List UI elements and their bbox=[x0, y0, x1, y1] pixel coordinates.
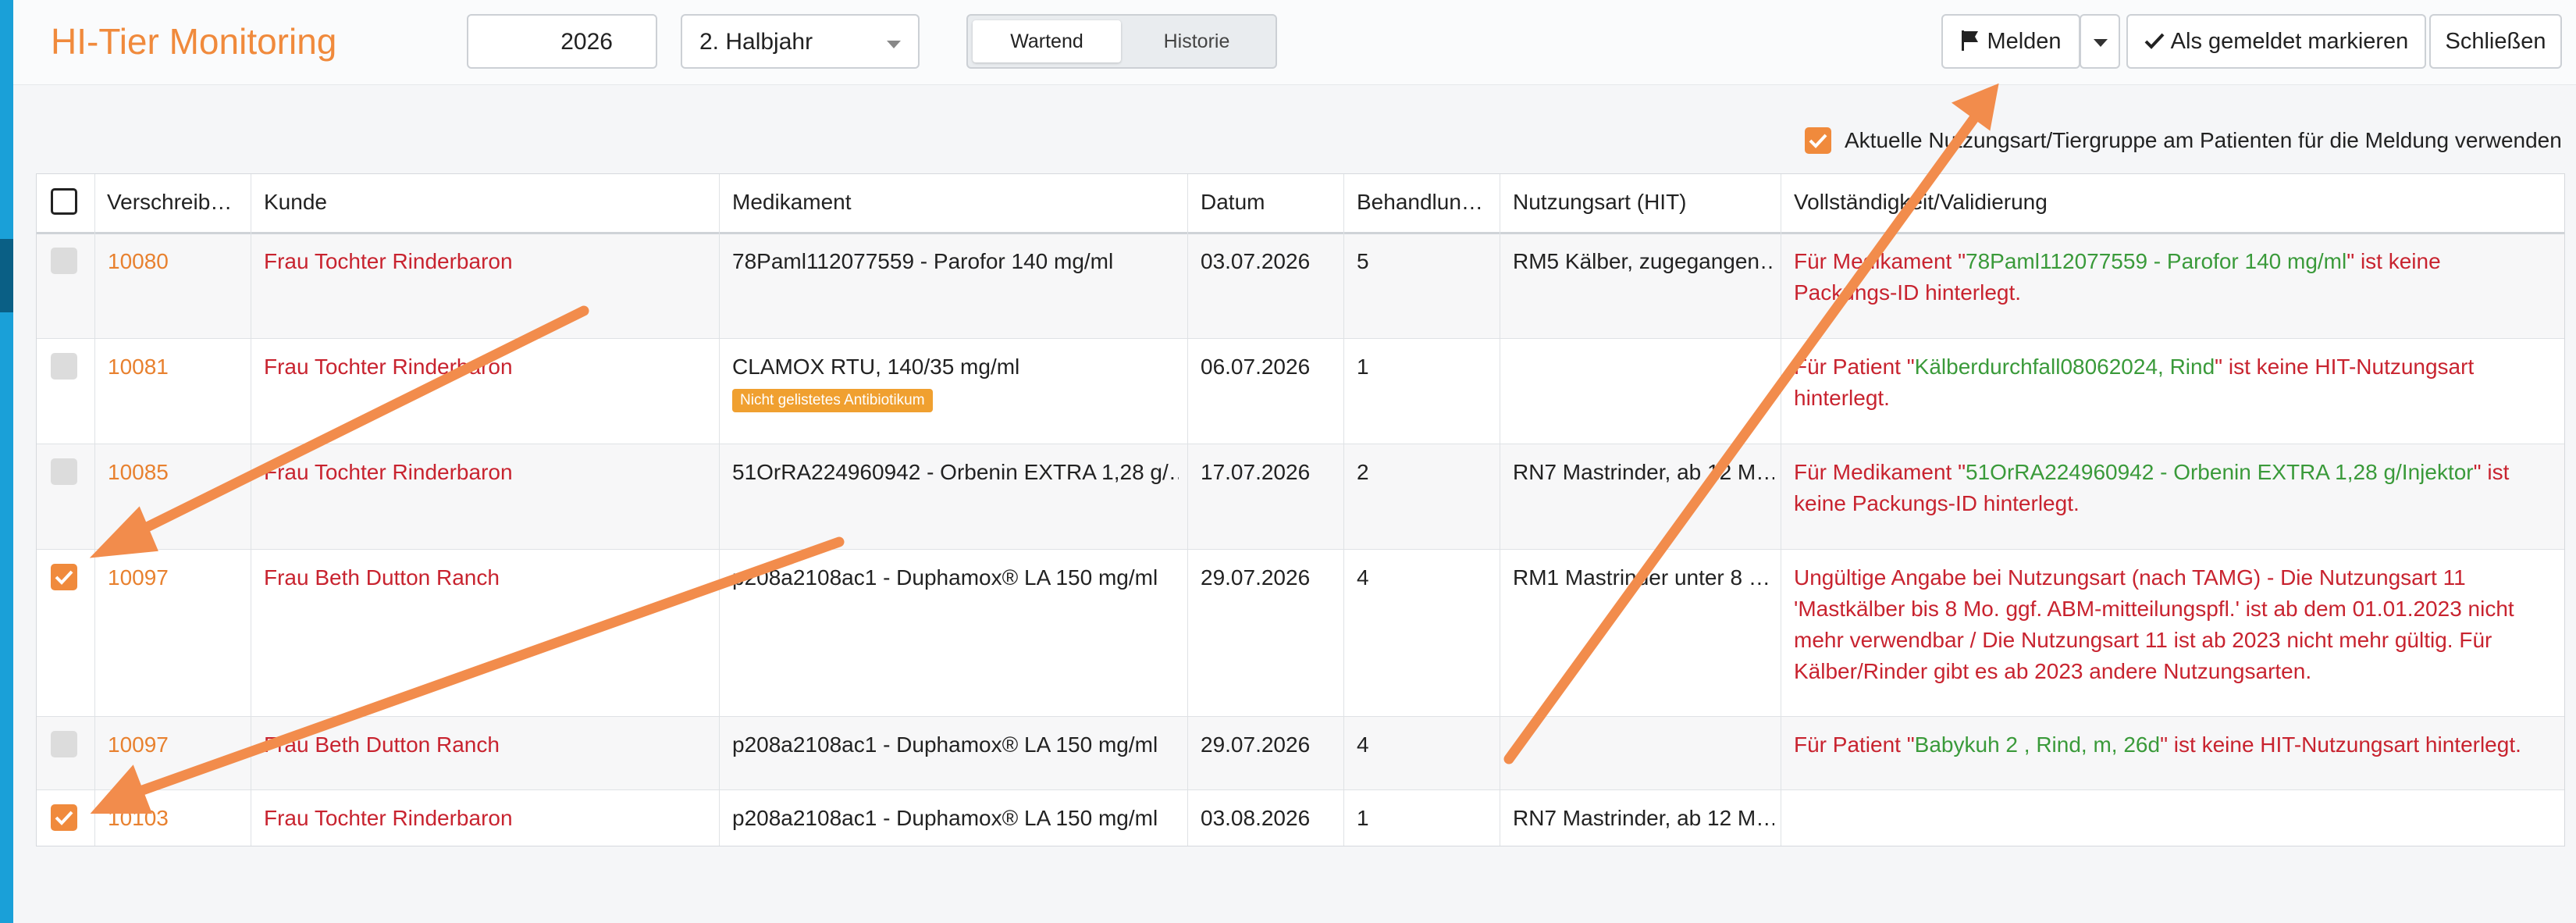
medication-cell: p208a2108ac1 - Duphamox® LA 150 mg/ml bbox=[732, 806, 1158, 830]
customer-link[interactable]: Frau Tochter Rinderbaron bbox=[264, 806, 709, 831]
validation-text: keine Packungs-ID hinterlegt. bbox=[1794, 491, 2080, 515]
column-header-usage[interactable]: Nutzungsart (HIT) bbox=[1513, 190, 1770, 215]
validation-text: 'Mastkälber bis 8 Mo. ggf. ABM-mitteilun… bbox=[1794, 597, 2514, 621]
use-current-usage-checkbox[interactable] bbox=[1805, 127, 1831, 154]
treatment-cell: 1 bbox=[1357, 806, 1369, 830]
chevron-down-icon bbox=[2094, 39, 2108, 47]
customer-link[interactable]: Frau Tochter Rinderbaron bbox=[264, 460, 709, 485]
usage-cell: RN7 Mastrinder, ab 12 M… bbox=[1513, 806, 1774, 830]
validation-text: " ist bbox=[2473, 460, 2510, 484]
validation-text: " ist keine bbox=[2347, 249, 2441, 273]
treatment-cell: 1 bbox=[1357, 355, 1369, 379]
annotation-arrow-head bbox=[1951, 83, 1999, 131]
medication-cell: p208a2108ac1 - Duphamox® LA 150 mg/ml bbox=[732, 732, 1158, 757]
validation-text: Ungültige Angabe bei Nutzungsart (nach T… bbox=[1794, 565, 2466, 590]
date-cell: 03.07.2026 bbox=[1201, 249, 1311, 273]
prescription-id-link[interactable]: 10080 bbox=[108, 249, 169, 274]
year-input[interactable]: 2026 bbox=[467, 14, 657, 69]
column-header-treatment[interactable]: Behandlun… bbox=[1357, 190, 1491, 215]
prescription-id-link[interactable]: 10081 bbox=[108, 355, 169, 380]
validation-text: Für Medikament " bbox=[1794, 460, 1966, 484]
use-current-usage-label: Aktuelle Nutzungsart/Tiergruppe am Patie… bbox=[1845, 128, 2562, 152]
date-cell: 06.07.2026 bbox=[1201, 355, 1311, 379]
period-select-value: 2. Halbjahr bbox=[699, 29, 813, 55]
row-checkbox bbox=[51, 731, 77, 757]
validation-text: Für Medikament " bbox=[1794, 249, 1966, 273]
medication-cell: CLAMOX RTU, 140/35 mg/ml bbox=[732, 355, 1020, 379]
row-checkbox[interactable] bbox=[51, 804, 77, 831]
melden-label: Melden bbox=[1987, 29, 2062, 54]
tab-historie[interactable]: Historie bbox=[1123, 20, 1271, 62]
app-sidebar-strip bbox=[0, 0, 13, 923]
row-checkbox bbox=[51, 458, 77, 485]
column-header-customer[interactable]: Kunde bbox=[264, 190, 709, 215]
treatment-cell: 5 bbox=[1357, 249, 1369, 273]
medication-cell: p208a2108ac1 - Duphamox® LA 150 mg/ml bbox=[732, 565, 1158, 590]
customer-link[interactable]: Frau Tochter Rinderbaron bbox=[264, 249, 709, 274]
melden-dropdown-button[interactable] bbox=[2080, 14, 2120, 69]
check-icon bbox=[2144, 33, 2165, 50]
checkmark-icon bbox=[1809, 134, 1827, 148]
mark-reported-label: Als gemeldet markieren bbox=[2170, 29, 2409, 54]
date-cell: 29.07.2026 bbox=[1201, 565, 1311, 590]
validation-subject: Kälberdurchfall08062024, Rind bbox=[1914, 355, 2215, 379]
results-table: Verschreib… Kunde Medikament Datum Behan… bbox=[36, 173, 2565, 846]
customer-link[interactable]: Frau Beth Dutton Ranch bbox=[264, 565, 709, 590]
validation-text: hinterlegt. bbox=[1794, 386, 1890, 410]
medication-cell: 78Paml112077559 - Parofor 140 mg/ml bbox=[732, 249, 1114, 273]
status-toggle: Wartend Historie bbox=[966, 14, 1277, 69]
checkmark-icon bbox=[55, 570, 73, 585]
validation-text: mehr verwendbar / Die Nutzungsart 11 ist… bbox=[1794, 628, 2492, 652]
close-button[interactable]: Schließen bbox=[2429, 14, 2562, 69]
mark-reported-button[interactable]: Als gemeldet markieren bbox=[2126, 14, 2426, 69]
validation-text: " ist keine HIT-Nutzungsart bbox=[2215, 355, 2475, 379]
checkmark-icon bbox=[55, 811, 73, 825]
validation-message: Für Medikament "78Paml112077559 - Parofo… bbox=[1794, 246, 2551, 308]
validation-text: Packungs-ID hinterlegt. bbox=[1794, 280, 2022, 305]
validation-text: Für Patient " bbox=[1794, 355, 1915, 379]
column-header-validation[interactable]: Vollständigkeit/Validierung bbox=[1794, 190, 2551, 215]
validation-subject: 51OrRA224960942 - Orbenin EXTRA 1,28 g/I… bbox=[1966, 460, 2474, 484]
customer-link[interactable]: Frau Tochter Rinderbaron bbox=[264, 355, 709, 380]
date-cell: 03.08.2026 bbox=[1201, 806, 1311, 830]
melden-button[interactable]: Melden bbox=[1941, 14, 2080, 69]
row-checkbox bbox=[51, 353, 77, 380]
validation-message: Für Medikament "51OrRA224960942 - Orbeni… bbox=[1794, 457, 2551, 519]
validation-subject: 78Paml112077559 - Parofor 140 mg/ml bbox=[1966, 249, 2347, 273]
usage-cell: RM5 Kälber, zugegangen… bbox=[1513, 249, 1774, 273]
flag-icon bbox=[1962, 30, 1979, 52]
unlisted-antibiotic-badge: Nicht gelistetes Antibiotikum bbox=[732, 389, 933, 412]
validation-text: Kälber/Rinder gibt es ab 2023 andere Nut… bbox=[1794, 659, 2312, 683]
select-all-checkbox[interactable] bbox=[51, 188, 77, 215]
treatment-cell: 2 bbox=[1357, 460, 1369, 484]
medication-cell: 51OrRA224960942 - Orbenin EXTRA 1,28 g/… bbox=[732, 460, 1179, 484]
treatment-cell: 4 bbox=[1357, 565, 1369, 590]
usage-cell: RN7 Mastrinder, ab 12 M… bbox=[1513, 460, 1774, 484]
tab-wartend[interactable]: Wartend bbox=[973, 20, 1121, 62]
period-select[interactable]: 2. Halbjahr bbox=[681, 14, 920, 69]
sidebar-active-marker bbox=[0, 239, 13, 312]
treatment-cell: 4 bbox=[1357, 732, 1369, 757]
validation-message: Für Patient "Babykuh 2 , Rind, m, 26d" i… bbox=[1794, 729, 2559, 761]
validation-message: Ungültige Angabe bei Nutzungsart (nach T… bbox=[1794, 562, 2551, 687]
row-checkbox[interactable] bbox=[51, 564, 77, 590]
prescription-id-link[interactable]: 10085 bbox=[108, 460, 169, 485]
prescription-id-link[interactable]: 10103 bbox=[108, 806, 169, 831]
row-checkbox bbox=[51, 248, 77, 274]
validation-text: Für Patient " bbox=[1794, 732, 1915, 757]
column-header-date[interactable]: Datum bbox=[1201, 190, 1333, 215]
page-title: HI-Tier Monitoring bbox=[51, 21, 337, 62]
usage-cell: RM1 Mastrinder unter 8 … bbox=[1513, 565, 1770, 590]
date-cell: 17.07.2026 bbox=[1201, 460, 1311, 484]
chevron-down-icon bbox=[887, 41, 901, 48]
date-cell: 29.07.2026 bbox=[1201, 732, 1311, 757]
prescription-id-link[interactable]: 10097 bbox=[108, 732, 169, 757]
column-header-prescription[interactable]: Verschreib… bbox=[107, 190, 246, 215]
column-header-medication[interactable]: Medikament bbox=[732, 190, 1177, 215]
validation-text: " ist keine HIT-Nutzungsart hinterlegt. bbox=[2160, 732, 2521, 757]
validation-message: Für Patient "Kälberdurchfall08062024, Ri… bbox=[1794, 351, 2551, 414]
prescription-id-link[interactable]: 10097 bbox=[108, 565, 169, 590]
validation-subject: Babykuh 2 , Rind, m, 26d bbox=[1914, 732, 2161, 757]
customer-link[interactable]: Frau Beth Dutton Ranch bbox=[264, 732, 709, 757]
